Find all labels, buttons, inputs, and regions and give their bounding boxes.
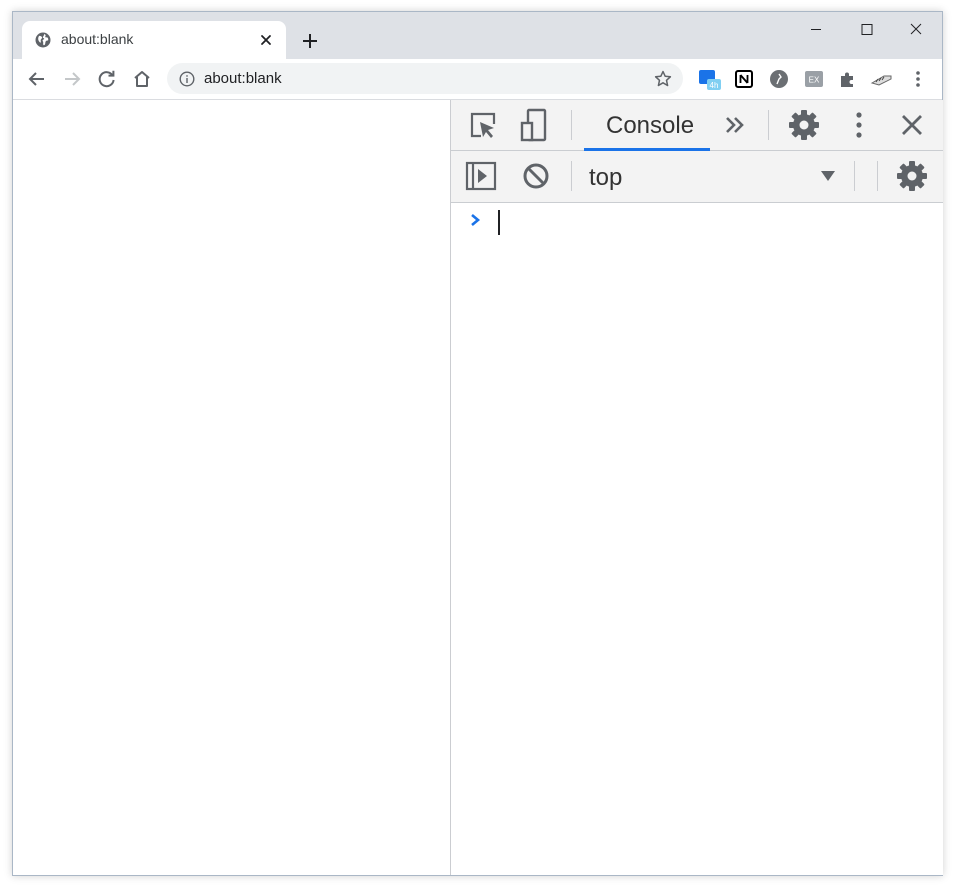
close-window-icon[interactable] [899, 18, 933, 42]
console-settings-gear-icon[interactable] [894, 158, 930, 194]
context-selector[interactable]: top [451, 151, 861, 201]
settings-gear-icon[interactable] [786, 107, 822, 143]
tab-strip: about:blank [13, 12, 942, 59]
devtools-main-toolbar: Console [451, 100, 943, 151]
gray-circle-extension-icon[interactable] [767, 67, 791, 91]
console-toolbar: top [451, 151, 943, 203]
console-input-area[interactable] [451, 203, 943, 875]
home-icon[interactable] [130, 67, 154, 91]
browser-window: about:blank about:blank 4h EX Console to… [12, 11, 943, 876]
close-devtools-icon[interactable] [894, 107, 930, 143]
svg-text:4h: 4h [710, 81, 719, 90]
calendar-extension-icon[interactable]: 4h [697, 67, 721, 91]
info-icon[interactable] [179, 71, 195, 87]
context-label: top [589, 164, 623, 191]
maximize-icon[interactable] [850, 18, 884, 42]
separator [571, 110, 572, 140]
separator [768, 110, 769, 140]
address-bar[interactable]: about:blank [167, 63, 683, 94]
browser-toolbar: about:blank 4h EX [13, 59, 942, 100]
console-prompt-icon [471, 214, 481, 226]
ex-extension-icon[interactable]: EX [802, 67, 826, 91]
separator [877, 161, 878, 191]
tab-about-blank[interactable]: about:blank [22, 21, 286, 59]
svg-text:EX: EX [809, 76, 820, 85]
reload-icon[interactable] [95, 67, 119, 91]
text-cursor [498, 210, 500, 235]
new-tab-icon[interactable] [298, 29, 322, 53]
inspect-element-icon[interactable] [465, 107, 501, 143]
console-tab-label: Console [606, 112, 695, 139]
more-tabs-icon[interactable] [717, 107, 753, 143]
tab-console[interactable]: Console [584, 100, 710, 151]
kebab-menu-icon[interactable] [841, 107, 877, 143]
page-content[interactable] [13, 100, 450, 875]
url-text: about:blank [204, 70, 282, 87]
device-toolbar-icon[interactable] [516, 107, 552, 143]
tab-title: about:blank [61, 31, 134, 47]
back-icon[interactable] [25, 67, 49, 91]
tag-extension-icon[interactable] [870, 67, 894, 91]
minimize-icon[interactable] [799, 18, 833, 42]
separator [854, 161, 855, 191]
dropdown-arrow-icon [821, 171, 835, 181]
notion-extension-icon[interactable] [732, 67, 756, 91]
close-tab-icon[interactable] [256, 30, 276, 50]
globe-icon [35, 32, 51, 48]
puzzle-extensions-icon[interactable] [836, 67, 860, 91]
star-icon[interactable] [653, 69, 673, 89]
devtools-panel: Console top [450, 100, 943, 875]
forward-icon[interactable] [60, 67, 84, 91]
chrome-menu-icon[interactable] [906, 67, 930, 91]
